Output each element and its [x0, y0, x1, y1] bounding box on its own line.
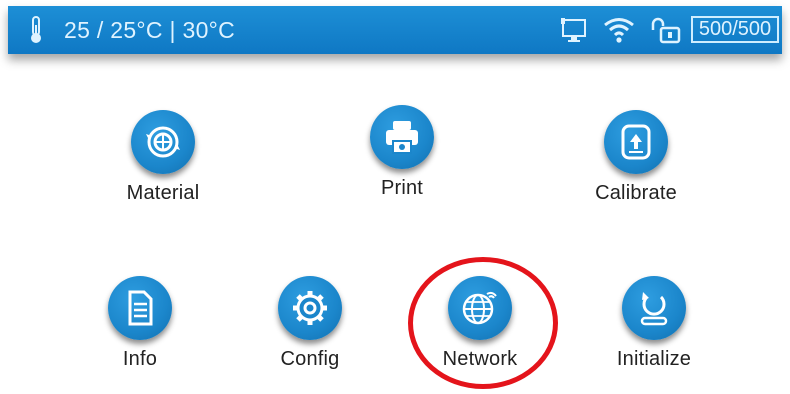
material-icon	[146, 126, 180, 158]
menu-info-label: Info	[122, 348, 158, 370]
menu-initialize[interactable]: Initialize	[584, 276, 724, 386]
menu-material-label: Material	[126, 182, 200, 204]
initialize-button[interactable]	[622, 276, 686, 340]
temperature-readout: 25 / 25°C | 30°C	[64, 17, 236, 43]
usb-icon[interactable]	[559, 16, 589, 44]
lock-icon[interactable]	[649, 16, 683, 44]
info-button[interactable]	[108, 276, 172, 340]
reset-icon	[640, 292, 668, 326]
menu-config-label: Config	[280, 348, 340, 370]
status-bar: 25 / 25°C | 30°C 500/500	[8, 6, 782, 54]
document-icon	[128, 290, 153, 326]
gear-icon	[293, 291, 327, 325]
thermometer-icon	[31, 16, 41, 43]
material-button[interactable]	[131, 110, 195, 174]
menu-calibrate[interactable]: Calibrate	[566, 110, 706, 220]
menu-calibrate-label: Calibrate	[595, 182, 677, 204]
menu-material[interactable]: Material	[93, 110, 233, 220]
wifi-icon[interactable]	[603, 16, 635, 44]
printer-icon	[386, 121, 418, 154]
usage-counter: 500/500	[691, 16, 779, 43]
menu-config[interactable]: Config	[240, 276, 380, 386]
calibrate-icon	[621, 124, 651, 160]
menu-print-label: Print	[380, 177, 424, 199]
highlight-annotation-circle	[408, 257, 558, 389]
menu-print[interactable]: Print	[332, 105, 472, 215]
menu-info[interactable]: Info	[70, 276, 210, 386]
print-button[interactable]	[370, 105, 434, 169]
config-button[interactable]	[278, 276, 342, 340]
calibrate-button[interactable]	[604, 110, 668, 174]
menu-initialize-label: Initialize	[616, 348, 692, 370]
